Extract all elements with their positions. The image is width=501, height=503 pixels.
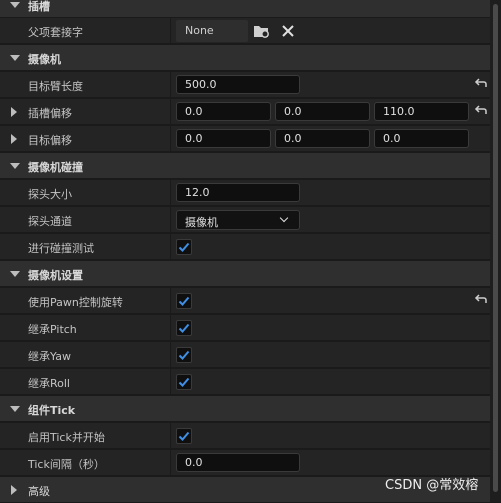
clear-x-icon[interactable] (281, 24, 295, 41)
property-label: 继承Yaw (28, 350, 71, 363)
property-label: 父项套接字 (28, 26, 83, 39)
target-offset-z-input[interactable]: 0.0 (374, 129, 469, 148)
section-title: 摄像机碰撞 (28, 161, 83, 174)
column-divider (170, 342, 171, 368)
use-pawn-control-rotation-checkbox[interactable] (176, 293, 192, 309)
property-parent-socket: 父项套接字 None (0, 18, 490, 44)
property-target-arm-length: 目标臂长度 500.0 (0, 72, 490, 98)
property-target-offset: 目标偏移 0.0 0.0 0.0 (0, 126, 490, 152)
property-label: 目标臂长度 (28, 80, 83, 93)
socket-offset-x-input[interactable]: 0.0 (176, 102, 271, 121)
property-socket-offset: 插槽偏移 0.0 0.0 110.0 (0, 99, 490, 125)
checkmark-icon (178, 242, 190, 252)
checkmark-icon (178, 350, 190, 360)
target-offset-x-input[interactable]: 0.0 (176, 129, 271, 148)
browse-folder-icon[interactable] (253, 23, 271, 42)
property-label: 继承Roll (28, 377, 70, 390)
section-title: 高级 (28, 485, 50, 498)
do-collision-test-checkbox[interactable] (176, 239, 192, 255)
chevron-down-icon (10, 406, 20, 412)
section-socket[interactable]: 插槽 (0, 0, 490, 18)
probe-size-input[interactable]: 12.0 (176, 183, 300, 202)
column-divider (170, 423, 171, 449)
section-camera-collision[interactable]: 摄像机碰撞 (0, 153, 490, 179)
column-divider (170, 315, 171, 341)
reset-arrow-icon[interactable] (474, 104, 488, 121)
inherit-pitch-checkbox[interactable] (176, 320, 192, 336)
section-camera[interactable]: 摄像机 (0, 45, 490, 71)
property-probe-size: 探头大小 12.0 (0, 180, 490, 206)
column-divider (170, 72, 171, 98)
section-title: 摄像机 (28, 53, 61, 66)
chevron-down-icon (10, 55, 20, 61)
column-divider (170, 126, 171, 152)
property-inherit-pitch: 继承Pitch (0, 315, 490, 341)
column-divider (170, 288, 171, 314)
vertical-scrollbar[interactable] (490, 0, 501, 502)
property-use-pawn-control-rotation: 使用Pawn控制旋转 (0, 288, 490, 314)
property-probe-channel: 探头通道 摄像机 (0, 207, 490, 233)
property-label: Tick间隔（秒） (28, 458, 105, 471)
checkmark-icon (178, 323, 190, 333)
property-do-collision-test: 进行碰撞测试 (0, 234, 490, 260)
chevron-down-icon (10, 271, 20, 277)
checkmark-icon (178, 431, 190, 441)
property-start-with-tick-enabled: 启用Tick并开始 (0, 423, 490, 449)
section-title: 插槽 (28, 0, 50, 13)
section-title: 组件Tick (28, 404, 76, 417)
chevron-down-icon (10, 2, 20, 8)
socket-offset-z-input[interactable]: 110.0 (374, 102, 469, 121)
start-with-tick-enabled-checkbox[interactable] (176, 428, 192, 444)
dropdown-value: 摄像机 (185, 216, 218, 229)
parent-socket-value[interactable]: None (176, 20, 248, 42)
checkmark-icon (178, 377, 190, 387)
property-tick-interval: Tick间隔（秒） 0.0 (0, 450, 490, 476)
property-label: 目标偏移 (28, 134, 72, 147)
column-divider (170, 18, 171, 44)
property-label: 进行碰撞测试 (28, 242, 94, 255)
property-label: 插槽偏移 (28, 107, 72, 120)
chevron-right-icon[interactable] (11, 134, 17, 144)
chevron-right-icon (11, 485, 17, 495)
watermark: CSDN @常效榕 (385, 478, 479, 493)
property-label: 探头通道 (28, 215, 72, 228)
target-offset-y-input[interactable]: 0.0 (275, 129, 370, 148)
probe-channel-dropdown[interactable]: 摄像机 (176, 210, 300, 230)
column-divider (170, 450, 171, 476)
chevron-down-icon (10, 163, 20, 169)
property-label: 继承Pitch (28, 323, 77, 336)
property-inherit-roll: 继承Roll (0, 369, 490, 395)
property-label: 使用Pawn控制旋转 (28, 296, 123, 309)
reset-arrow-icon[interactable] (474, 77, 488, 94)
column-divider (170, 207, 171, 233)
column-divider (170, 180, 171, 206)
details-panel: 插槽 父项套接字 None 摄像机 目标臂长度 500.0 插槽偏移 0.0 0… (0, 0, 490, 503)
inherit-yaw-checkbox[interactable] (176, 347, 192, 363)
socket-offset-y-input[interactable]: 0.0 (275, 102, 370, 121)
target-arm-length-input[interactable]: 500.0 (176, 75, 300, 94)
column-divider (170, 234, 171, 260)
column-divider (170, 99, 171, 125)
property-label: 启用Tick并开始 (28, 431, 105, 444)
section-component-tick[interactable]: 组件Tick (0, 396, 490, 422)
section-camera-settings[interactable]: 摄像机设置 (0, 261, 490, 287)
chevron-down-icon (279, 213, 289, 223)
section-title: 摄像机设置 (28, 269, 83, 282)
column-divider (170, 369, 171, 395)
reset-arrow-icon[interactable] (474, 293, 488, 310)
scrollbar-thumb[interactable] (493, 4, 498, 492)
inherit-roll-checkbox[interactable] (176, 374, 192, 390)
property-inherit-yaw: 继承Yaw (0, 342, 490, 368)
chevron-right-icon[interactable] (11, 107, 17, 117)
property-label: 探头大小 (28, 188, 72, 201)
tick-interval-input[interactable]: 0.0 (176, 453, 300, 472)
checkmark-icon (178, 296, 190, 306)
